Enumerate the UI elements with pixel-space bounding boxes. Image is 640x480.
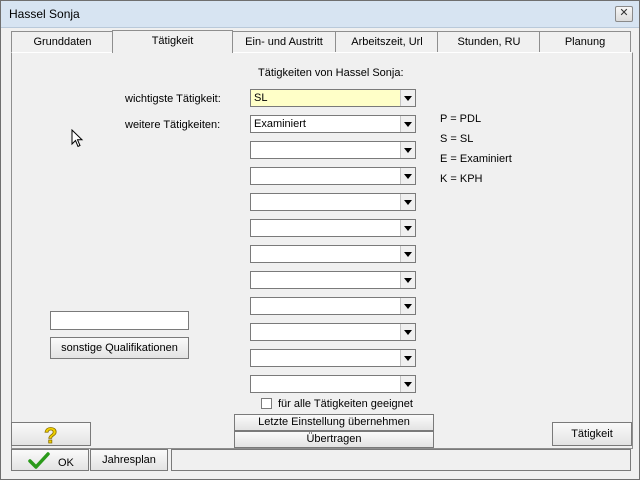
ok-button[interactable]: OK: [11, 449, 89, 471]
primary-activity-value: SL: [254, 92, 268, 104]
title-bar[interactable]: Hassel Sonja ✕: [1, 1, 639, 28]
legend-item: P = PDL: [440, 113, 482, 125]
close-button[interactable]: ✕: [615, 6, 633, 22]
chevron-down-icon[interactable]: [400, 246, 415, 262]
further-activities-label: weitere Tätigkeiten:: [125, 119, 221, 131]
chevron-down-icon[interactable]: [400, 298, 415, 314]
tab-label: Grunddaten: [33, 36, 92, 48]
dialog-window: Hassel Sonja ✕ Grunddaten Tätigkeit Ein-…: [0, 0, 640, 480]
further-activity-select[interactable]: [250, 219, 416, 237]
tab-label: Planung: [564, 36, 606, 48]
further-activity-select[interactable]: [250, 167, 416, 185]
checkmark-icon: [28, 452, 50, 469]
further-activity-select[interactable]: [250, 193, 416, 211]
further-activity-select[interactable]: [250, 323, 416, 341]
mouse-cursor-icon: [71, 129, 84, 148]
activity-button[interactable]: Tätigkeit: [552, 422, 632, 446]
other-qualifications-button[interactable]: sonstige Qualifikationen: [50, 337, 189, 359]
further-activity-value: Examiniert: [254, 118, 306, 130]
legend-item: K = KPH: [440, 173, 483, 185]
legend-item: S = SL: [440, 133, 474, 145]
further-activity-select[interactable]: [250, 297, 416, 315]
close-icon: ✕: [619, 7, 629, 19]
tab-ein-und-austritt[interactable]: Ein- und Austritt: [231, 31, 337, 52]
year-plan-button[interactable]: Jahresplan: [90, 449, 168, 471]
further-activity-select[interactable]: [250, 349, 416, 367]
chevron-down-icon[interactable]: [400, 324, 415, 340]
further-activity-select[interactable]: [250, 245, 416, 263]
further-activity-select[interactable]: Examiniert: [250, 115, 416, 133]
tab-label: Ein- und Austritt: [245, 36, 323, 48]
tab-arbeitszeit[interactable]: Arbeitszeit, Url: [335, 31, 439, 52]
tab-stunden[interactable]: Stunden, RU: [437, 31, 541, 52]
chevron-down-icon[interactable]: [400, 90, 415, 106]
ok-label: OK: [58, 457, 74, 469]
tab-planung[interactable]: Planung: [539, 31, 631, 52]
tab-grunddaten[interactable]: Grunddaten: [11, 31, 114, 52]
apply-last-setting-button[interactable]: Letzte Einstellung übernehmen: [234, 414, 434, 431]
primary-activity-select[interactable]: SL: [250, 89, 416, 107]
status-field: [171, 449, 631, 471]
further-activity-select[interactable]: [250, 271, 416, 289]
further-activity-select[interactable]: [250, 375, 416, 393]
chevron-down-icon[interactable]: [400, 194, 415, 210]
transfer-button[interactable]: Übertragen: [234, 431, 434, 448]
question-mark-icon: ?: [44, 423, 58, 449]
chevron-down-icon[interactable]: [400, 220, 415, 236]
window-title: Hassel Sonja: [9, 7, 80, 21]
chevron-down-icon[interactable]: [400, 116, 415, 132]
chevron-down-icon[interactable]: [400, 168, 415, 184]
chevron-down-icon[interactable]: [400, 376, 415, 392]
activities-heading: Tätigkeiten von Hassel Sonja:: [258, 67, 404, 79]
other-qualifications-input[interactable]: [50, 311, 189, 330]
tab-label: Arbeitszeit, Url: [351, 36, 423, 48]
all-activities-label: für alle Tätigkeiten geeignet: [278, 398, 413, 410]
all-activities-checkbox[interactable]: [261, 398, 272, 409]
tab-strip: Grunddaten Tätigkeit Ein- und Austritt A…: [11, 30, 631, 53]
tab-label: Stunden, RU: [457, 36, 521, 48]
svg-text:?: ?: [44, 424, 57, 446]
chevron-down-icon[interactable]: [400, 142, 415, 158]
tab-taetigkeit[interactable]: Tätigkeit: [112, 30, 233, 53]
chevron-down-icon[interactable]: [400, 350, 415, 366]
legend-item: E = Examiniert: [440, 153, 512, 165]
further-activity-select[interactable]: [250, 141, 416, 159]
chevron-down-icon[interactable]: [400, 272, 415, 288]
tab-label: Tätigkeit: [151, 35, 194, 47]
primary-activity-label: wichtigste Tätigkeit:: [125, 93, 221, 105]
status-bar: OK Jahresplan: [1, 449, 639, 479]
tab-panel: Tätigkeiten von Hassel Sonja: wichtigste…: [11, 52, 633, 449]
help-button[interactable]: ?: [11, 422, 91, 449]
